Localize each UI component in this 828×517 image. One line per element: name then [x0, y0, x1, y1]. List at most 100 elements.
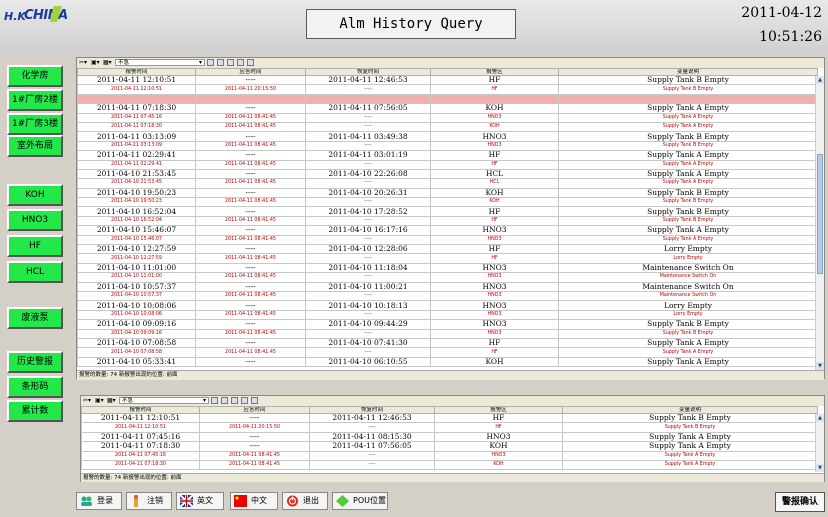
- alarm-row[interactable]: 2011-04-10 07:08:58 2011-04-11 08:41:45 --…: [77, 347, 818, 358]
- nav-button-hf[interactable]: HF: [7, 235, 63, 257]
- color-icon[interactable]: ▦▾: [103, 59, 112, 67]
- refresh-icon-2[interactable]: [221, 397, 228, 404]
- alarm-row[interactable]: 2011-04-10 09:09:16 ---- 2011-04-10 09:44:…: [77, 319, 818, 330]
- alarm-row[interactable]: 2011-04-10 10:08:06 2011-04-11 08:41:45 --…: [77, 309, 818, 321]
- nav-button-counter[interactable]: 累计数: [7, 400, 63, 422]
- alarm-row[interactable]: 2011-04-11 12:10:51 ---- 2011-04-11 12:46:…: [77, 74, 818, 86]
- alarm-toolbar-2: ✂▾ ▣▾ ▦▾ 不急 ▾: [81, 396, 824, 406]
- alarm-cell: ----: [305, 347, 431, 358]
- alarm-row[interactable]: 2011-04-10 21:53:45 2011-04-11 08:41:45 --…: [77, 178, 818, 189]
- alarm-row[interactable]: 2011-04-11 07:18:30 ---- 2011-04-11 07:56:…: [77, 103, 818, 114]
- search-icon-2[interactable]: [211, 397, 218, 404]
- scroll-thumb[interactable]: [817, 154, 823, 274]
- nav-button-outdoor[interactable]: 室外布局: [7, 135, 63, 157]
- alarm-table-2-scrollbar[interactable]: ▲ ▼: [815, 414, 824, 472]
- sort-icon-2[interactable]: ▣▾: [95, 397, 104, 405]
- alarm-acknowledge-button[interactable]: 警报确认: [775, 492, 825, 512]
- login-button[interactable]: 登录: [76, 492, 122, 510]
- col-recover-time[interactable]: 恢复时间: [305, 68, 431, 76]
- filter-icon[interactable]: ✂▾: [79, 59, 87, 67]
- alarm-row[interactable]: 2011-04-11 07:45:16 ---- 2011-04-11 08:15:…: [77, 93, 818, 105]
- alarm-row[interactable]: 2011-04-10 15:46:07 2011-04-11 08:41:45 --…: [77, 234, 818, 246]
- diamond-icon: [336, 495, 349, 507]
- col2-recover-time[interactable]: 恢复时间: [309, 406, 435, 414]
- scroll-up-icon[interactable]: ▲: [816, 76, 824, 84]
- scroll-down-icon-2[interactable]: ▼: [816, 464, 824, 472]
- dropdown-arrow-icon[interactable]: ▾: [199, 59, 202, 67]
- logout-button[interactable]: 注销: [126, 492, 172, 510]
- alarm-row[interactable]: 2011-04-10 12:27:59 ---- 2011-04-10 12:28:…: [77, 244, 818, 255]
- alarm-cell: 2011-04-11 08:41:45: [195, 253, 306, 264]
- alarm-row[interactable]: 2011-04-10 19:50:23 ---- 2011-04-10 20:26:…: [77, 187, 818, 199]
- print-icon-2[interactable]: [231, 397, 238, 404]
- scroll-down-icon[interactable]: ▼: [816, 362, 824, 370]
- col2-alarm-area[interactable]: 报警区: [434, 406, 563, 414]
- alarm-row[interactable]: 2011-04-10 19:50:23 2011-04-11 08:41:45 --…: [77, 197, 818, 208]
- alarm-row[interactable]: 2011-04-10 10:08:06 ---- 2011-04-10 10:18:…: [77, 300, 818, 311]
- col-alarm-time[interactable]: 报警时间: [77, 68, 196, 76]
- alarm-row[interactable]: 2011-04-11 02:29:41 2011-04-11 08:41:45 --…: [77, 159, 818, 170]
- alarm-row[interactable]: 2011-04-11 07:18:30 2011-04-11 08:41:45 --…: [77, 121, 818, 133]
- export-icon[interactable]: [237, 59, 244, 66]
- alarm-row[interactable]: 2011-04-11 07:45:16 ---- 2011-04-11 08:15:…: [81, 431, 818, 443]
- export-icon-2[interactable]: [241, 397, 248, 404]
- col-description[interactable]: 变量说明: [558, 68, 818, 76]
- alarm-row[interactable]: 2011-04-11 12:10:51 2011-04-11 20:15:50 --…: [77, 84, 818, 95]
- print-icon[interactable]: [227, 59, 234, 66]
- alarm-row[interactable]: 2011-04-10 21:53:45 ---- 2011-04-10 22:26:…: [77, 168, 818, 180]
- col2-alarm-time[interactable]: 报警时间: [81, 406, 200, 414]
- nav-button-plant1-3f[interactable]: 1#厂房3楼: [7, 113, 63, 135]
- priority-select-2[interactable]: 不急: [119, 397, 209, 404]
- dropdown-arrow-icon-2[interactable]: ▾: [203, 397, 206, 405]
- alarm-cell: ----: [309, 422, 435, 433]
- scroll-up-icon-2[interactable]: ▲: [816, 414, 824, 422]
- alarm-row[interactable]: 2011-04-10 09:09:16 2011-04-11 08:41:45 --…: [77, 328, 818, 339]
- alarm-row[interactable]: 2011-04-11 07:45:16 2011-04-11 08:41:45 --…: [81, 450, 818, 461]
- alarm-row[interactable]: 2011-04-11 12:10:51 ---- 2011-04-11 12:46:…: [81, 412, 818, 424]
- settings-icon-2[interactable]: [251, 397, 258, 404]
- filter-icon-2[interactable]: ✂▾: [83, 397, 91, 405]
- nav-button-hcl[interactable]: HCL: [7, 261, 63, 283]
- english-button[interactable]: 英文: [176, 492, 224, 510]
- alarm-row[interactable]: 2011-04-10 10:57:37 ---- 2011-04-10 11:00:…: [77, 281, 818, 293]
- exit-button[interactable]: 退出: [282, 492, 328, 510]
- search-icon[interactable]: [207, 59, 214, 66]
- alarm-row[interactable]: 2011-04-10 16:52:04 ---- 2011-04-10 17:28:…: [77, 206, 818, 217]
- settings-icon[interactable]: [247, 59, 254, 66]
- alarm-row[interactable]: 2011-04-10 11:01:00 2011-04-11 08:41:45 --…: [77, 272, 818, 283]
- alarm-row[interactable]: 2011-04-11 07:18:30 2011-04-11 08:41:45 --…: [81, 459, 818, 471]
- nav-button-koh[interactable]: KOH: [7, 184, 63, 206]
- alarm-row[interactable]: 2011-04-10 12:27:59 2011-04-11 08:41:45 --…: [77, 253, 818, 264]
- nav-button-waste[interactable]: 废液泵: [7, 307, 63, 329]
- alarm-row[interactable]: 2011-04-10 07:08:58 ---- 2011-04-10 07:41:…: [77, 337, 818, 349]
- alarm-cell: 2011-04-11 03:13:09: [77, 131, 196, 142]
- col-alarm-area[interactable]: 报警区: [430, 68, 559, 76]
- nav-button-history-alarm[interactable]: 历史警报: [7, 351, 63, 373]
- col2-ack-time[interactable]: 应答时间: [199, 406, 310, 414]
- chinese-button[interactable]: 中文: [230, 492, 278, 510]
- pou-location-button[interactable]: POU位置: [332, 492, 388, 510]
- alarm-row[interactable]: 2011-04-10 05:33:41 ---- 2011-04-10 06:10:…: [77, 356, 818, 368]
- priority-select[interactable]: 不急: [115, 59, 205, 66]
- alarm-row[interactable]: 2011-04-10 11:01:00 ---- 2011-04-10 11:18:…: [77, 262, 818, 274]
- nav-button-barcode[interactable]: 条形码: [7, 376, 63, 398]
- alarm-row[interactable]: 2011-04-11 03:13:09 2011-04-11 08:41:45 --…: [77, 140, 818, 152]
- alarm-row[interactable]: 2011-04-11 03:13:09 ---- 2011-04-11 03:49:…: [77, 131, 818, 142]
- nav-button-chem-room[interactable]: 化学房: [7, 65, 63, 87]
- nav-button-plant1-2f[interactable]: 1#厂房2楼: [7, 89, 63, 111]
- alarm-row[interactable]: 2011-04-10 10:57:37 2011-04-11 08:41:45 --…: [77, 290, 818, 302]
- sort-icon[interactable]: ▣▾: [91, 59, 100, 67]
- col2-description[interactable]: 变量说明: [562, 406, 818, 414]
- alarm-row[interactable]: 2011-04-11 02:29:41 ---- 2011-04-11 03:01:…: [77, 150, 818, 161]
- color-icon-2[interactable]: ▦▾: [107, 397, 116, 405]
- refresh-icon[interactable]: [217, 59, 224, 66]
- alarm-cell: 2011-04-11 12:46:53: [305, 74, 431, 86]
- alarm-row[interactable]: 2011-04-11 07:45:16 2011-04-11 08:41:45 --…: [77, 112, 818, 123]
- col-ack-time[interactable]: 应答时间: [195, 68, 306, 76]
- alarm-row[interactable]: 2011-04-10 16:52:04 2011-04-11 08:41:45 --…: [77, 215, 818, 227]
- alarm-row[interactable]: 2011-04-11 12:10:51 2011-04-11 20:15:50 --…: [81, 422, 818, 433]
- nav-button-hno3[interactable]: HNO3: [7, 209, 63, 231]
- alarm-row[interactable]: 2011-04-10 15:46:07 ---- 2011-04-10 16:17:…: [77, 225, 818, 236]
- alarm-table-scrollbar[interactable]: ▲ ▼: [815, 76, 824, 370]
- alarm-row[interactable]: 2011-04-11 07:18:30 ---- 2011-04-11 07:56:…: [81, 441, 818, 452]
